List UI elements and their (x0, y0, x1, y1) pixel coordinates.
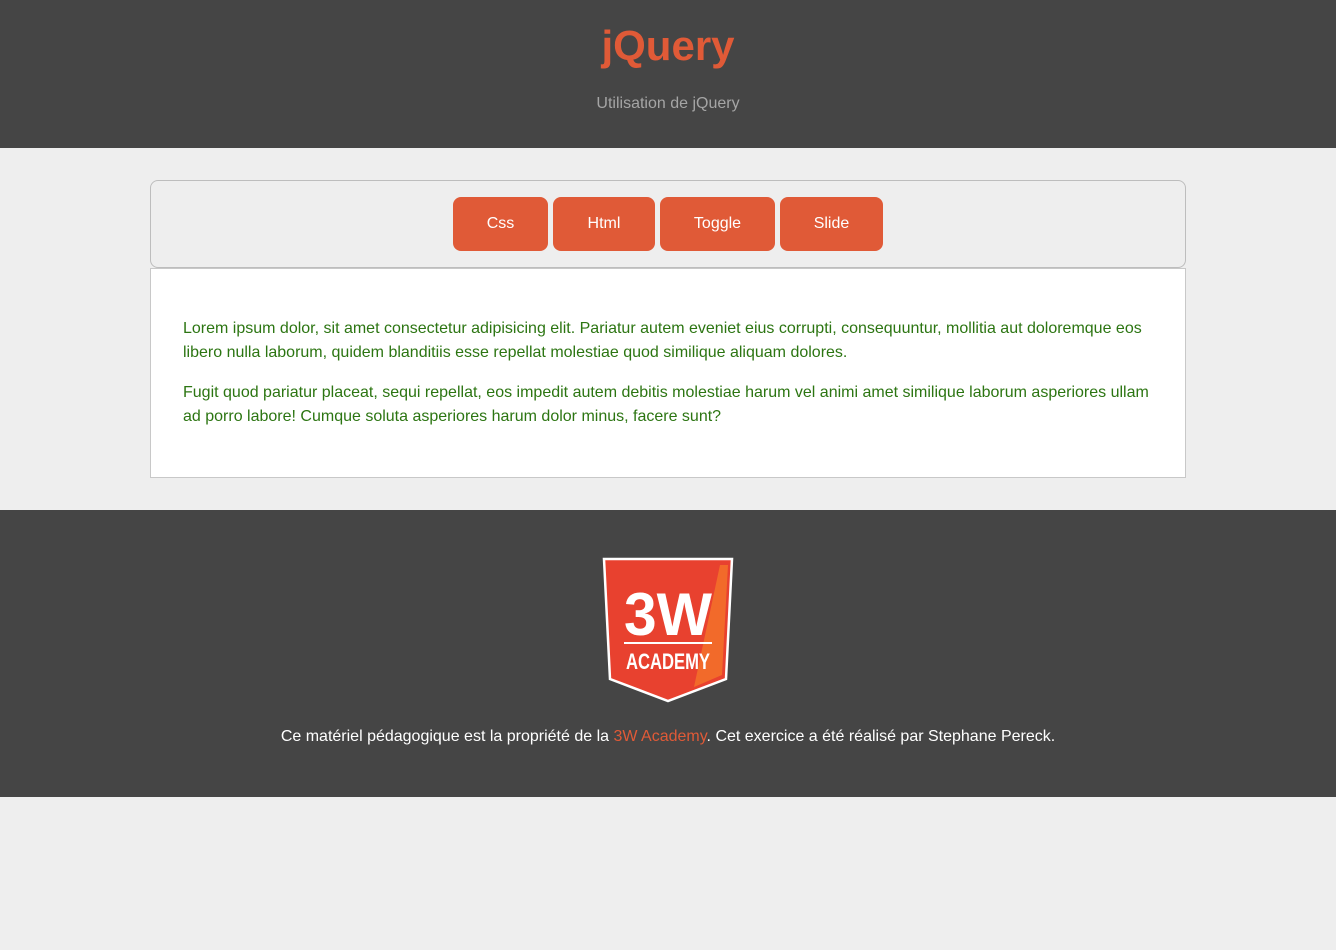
3w-academy-link[interactable]: 3W Academy (613, 728, 706, 745)
3w-academy-logo: 3W ACADEMY (602, 557, 734, 703)
toggle-button[interactable]: Toggle (660, 197, 775, 251)
logo-bottom-text: ACADEMY (626, 649, 710, 674)
page-title: jQuery (601, 22, 735, 69)
logo-top-text: 3W (624, 581, 712, 648)
slide-button[interactable]: Slide (780, 197, 883, 251)
main-area: Css Html Toggle Slide Lorem ipsum dolor,… (0, 148, 1336, 478)
content-paragraph-1: Lorem ipsum dolor, sit amet consectetur … (183, 320, 1142, 361)
page-subtitle: Utilisation de jQuery (596, 95, 740, 112)
footer-credit: Ce matériel pédagogique est la propriété… (0, 727, 1336, 747)
page-footer: 3W ACADEMY Ce matériel pédagogique est l… (0, 510, 1336, 797)
footer-text-start: Ce matériel pédagogique est la propriété… (280, 728, 614, 745)
html-button[interactable]: Html (553, 197, 655, 251)
css-button[interactable]: Css (453, 197, 548, 251)
content-box: Lorem ipsum dolor, sit amet consectetur … (150, 268, 1186, 478)
page-header: jQuery Utilisation de jQuery (0, 0, 1336, 148)
footer-text-end: . Cet exercice a été réalisé par Stephan… (706, 728, 1056, 745)
content-paragraph-2: Fugit quod pariatur placeat, sequi repel… (183, 384, 1149, 425)
button-toolbar: Css Html Toggle Slide (150, 180, 1186, 268)
